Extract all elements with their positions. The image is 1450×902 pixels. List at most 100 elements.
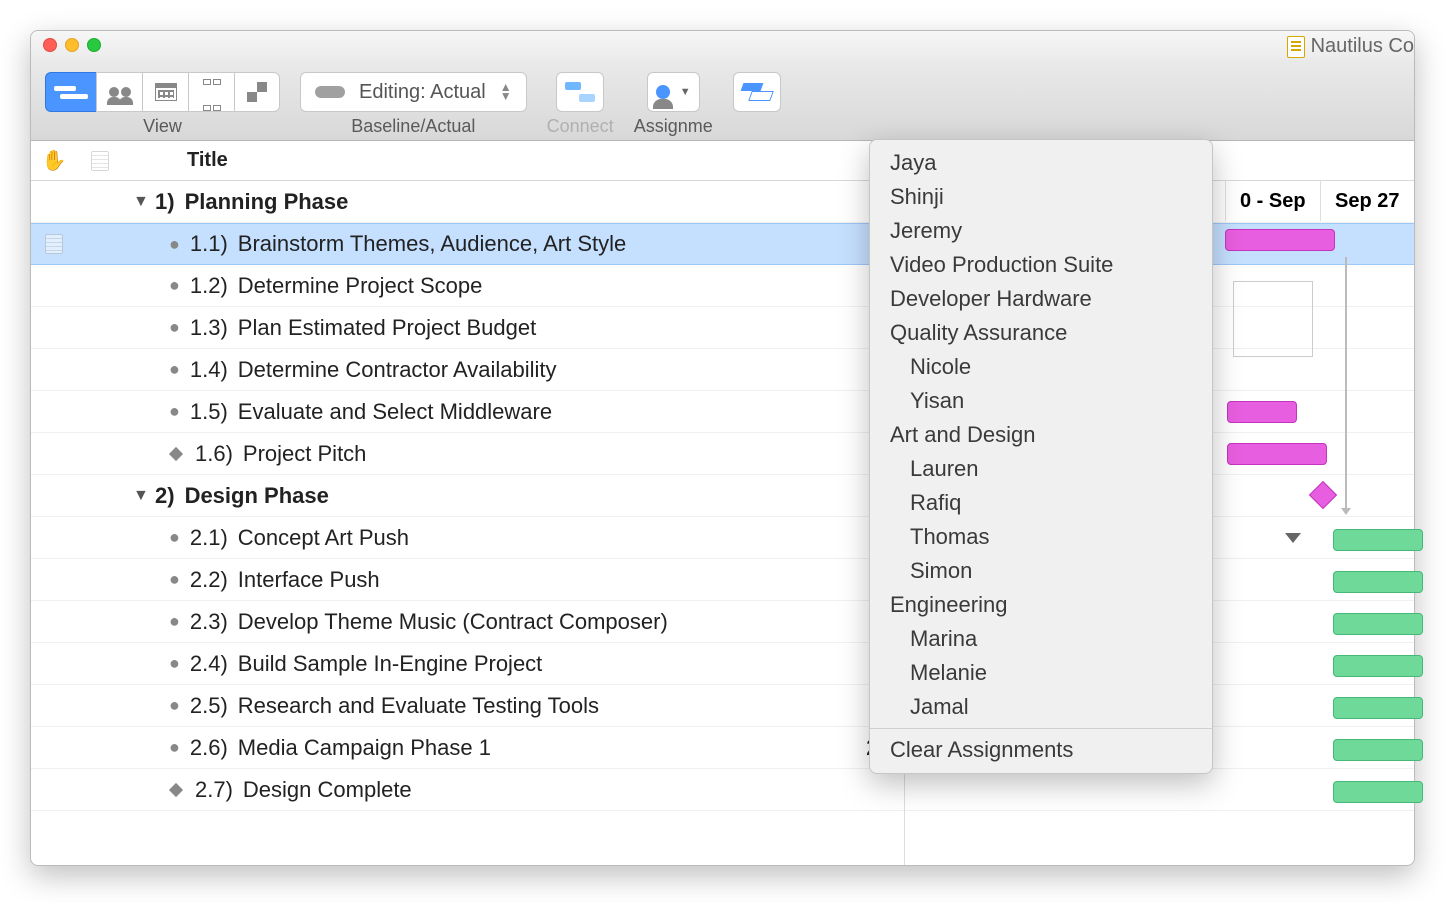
zoom-window-button[interactable] xyxy=(87,38,101,52)
gantt-bar[interactable] xyxy=(1333,781,1423,803)
view-network-button[interactable] xyxy=(188,72,234,112)
gantt-frame xyxy=(1233,281,1313,357)
document-title: Nautilus Co xyxy=(1311,35,1414,58)
task-title: Interface Push xyxy=(238,567,380,593)
assignment-menu-item[interactable]: Art and Design xyxy=(870,418,1212,452)
task-bullet-icon: ● xyxy=(169,527,180,548)
task-title: Build Sample In-Engine Project xyxy=(238,651,543,677)
gantt-group-tri-icon xyxy=(1285,533,1301,543)
task-number: 2.3) xyxy=(190,609,228,635)
document-icon xyxy=(1287,36,1305,58)
gantt-bar[interactable] xyxy=(1333,697,1423,719)
gantt-bar[interactable] xyxy=(1333,529,1423,551)
assignment-menu-item[interactable]: Lauren xyxy=(870,452,1212,486)
task-title: Concept Art Push xyxy=(238,525,409,551)
task-number: 1.4) xyxy=(190,357,228,383)
gantt-milestone[interactable] xyxy=(1309,481,1337,509)
task-number: 1.1) xyxy=(190,231,228,257)
task-bullet-icon: ● xyxy=(169,359,180,380)
assignment-menu-item[interactable]: Rafiq xyxy=(870,486,1212,520)
assignment-menu-item[interactable]: Engineering xyxy=(870,588,1212,622)
task-title: Planning Phase xyxy=(185,189,349,215)
connect-button[interactable] xyxy=(556,72,604,112)
stepper-icon: ▲▼ xyxy=(500,83,512,101)
assignment-menu-item[interactable]: Thomas xyxy=(870,520,1212,554)
assignment-menu-item[interactable]: Melanie xyxy=(870,656,1212,690)
gantt-bar[interactable] xyxy=(1333,739,1423,761)
task-title: Determine Project Scope xyxy=(238,273,483,299)
task-title: Determine Contractor Availability xyxy=(238,357,557,383)
person-icon xyxy=(656,85,670,99)
assignment-menu-item[interactable]: Developer Hardware xyxy=(870,282,1212,316)
title-column-header[interactable]: Title xyxy=(123,149,883,172)
task-bullet-icon: ● xyxy=(169,234,180,255)
task-number: 2.5) xyxy=(190,693,228,719)
assignment-menu-item[interactable]: Jamal xyxy=(870,690,1212,724)
document-tab[interactable]: Nautilus Co xyxy=(1287,35,1414,58)
assignment-menu-item[interactable]: Jeremy xyxy=(870,214,1212,248)
window-controls xyxy=(43,38,101,52)
view-calendar-button[interactable] xyxy=(142,72,188,112)
task-number: 1.5) xyxy=(190,399,228,425)
gantt-col-2: Sep 27 xyxy=(1320,181,1415,221)
minimize-window-button[interactable] xyxy=(65,38,79,52)
gantt-dependency-arrow xyxy=(1345,257,1347,509)
task-bullet-icon: ● xyxy=(169,695,180,716)
task-bullet-icon: ● xyxy=(169,611,180,632)
gantt-bar[interactable] xyxy=(1333,571,1423,593)
task-title: Design Complete xyxy=(243,777,412,803)
chevron-down-icon: ▼ xyxy=(680,86,691,98)
view-resources-button[interactable] xyxy=(96,72,142,112)
assignment-button[interactable]: ▼ xyxy=(647,72,700,112)
milestone-bullet-icon xyxy=(169,446,183,460)
assignment-menu-item[interactable]: Yisan xyxy=(870,384,1212,418)
baseline-dropdown[interactable]: Editing: Actual ▲▼ xyxy=(300,72,527,112)
task-title: Research and Evaluate Testing Tools xyxy=(238,693,599,719)
task-number: 1.6) xyxy=(195,441,233,467)
task-title: Develop Theme Music (Contract Composer) xyxy=(238,609,668,635)
view-label: View xyxy=(143,116,182,137)
assignment-group: ▼ Assignme xyxy=(634,72,713,137)
task-bullet-icon: ● xyxy=(169,737,180,758)
connect-label: Connect xyxy=(547,116,614,137)
task-number: 2.2) xyxy=(190,567,228,593)
assignment-menu-item[interactable]: Jaya xyxy=(870,146,1212,180)
split-icon xyxy=(742,83,772,101)
gantt-bar[interactable] xyxy=(1333,613,1423,635)
connect-icon xyxy=(565,82,595,102)
view-styles-button[interactable] xyxy=(234,72,280,112)
baseline-value: Editing: Actual xyxy=(359,81,486,104)
split-button[interactable] xyxy=(733,72,781,112)
disclosure-triangle-icon[interactable]: ▼ xyxy=(133,193,149,211)
assignment-menu-item[interactable]: Simon xyxy=(870,554,1212,588)
assignment-menu-item[interactable]: Marina xyxy=(870,622,1212,656)
task-number: 2.1) xyxy=(190,525,228,551)
split-group xyxy=(733,72,781,137)
task-number: 2.4) xyxy=(190,651,228,677)
task-bullet-icon: ● xyxy=(169,569,180,590)
task-bullet-icon: ● xyxy=(169,653,180,674)
task-title: Design Phase xyxy=(185,483,329,509)
gantt-bar[interactable] xyxy=(1227,443,1327,465)
assignment-menu[interactable]: JayaShinjiJeremyVideo Production SuiteDe… xyxy=(869,139,1213,774)
titlebar xyxy=(31,31,1414,59)
gantt-bar[interactable] xyxy=(1225,229,1335,251)
assignment-menu-item[interactable]: Video Production Suite xyxy=(870,248,1212,282)
gantt-bar[interactable] xyxy=(1227,401,1297,423)
grab-column-icon: ✋ xyxy=(31,148,77,173)
assignment-menu-item[interactable]: Shinji xyxy=(870,180,1212,214)
close-window-button[interactable] xyxy=(43,38,57,52)
task-bullet-icon: ● xyxy=(169,401,180,422)
assignment-menu-item[interactable]: Quality Assurance xyxy=(870,316,1212,350)
assignment-menu-item[interactable]: Nicole xyxy=(870,350,1212,384)
task-title: Project Pitch xyxy=(243,441,367,467)
view-gantt-button[interactable] xyxy=(45,72,96,112)
milestone-bullet-icon xyxy=(169,782,183,796)
task-number: 2) xyxy=(155,483,175,509)
gantt-bar[interactable] xyxy=(1333,655,1423,677)
view-switcher: View xyxy=(45,72,280,137)
clear-assignments-item[interactable]: Clear Assignments xyxy=(870,733,1212,767)
task-number: 1) xyxy=(155,189,175,215)
disclosure-triangle-icon[interactable]: ▼ xyxy=(133,487,149,505)
task-number: 1.2) xyxy=(190,273,228,299)
